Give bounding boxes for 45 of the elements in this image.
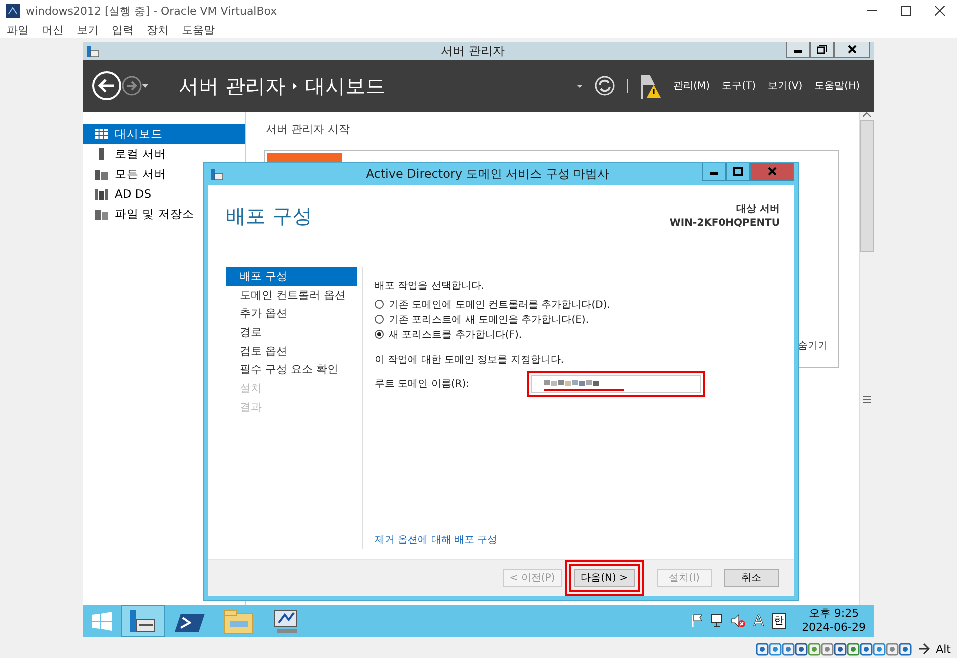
clock-time[interactable]: 오후 9:25 xyxy=(802,607,866,621)
wizard-step: 설치 xyxy=(226,379,357,398)
prompt-text: 배포 작업을 선택합니다. xyxy=(375,280,486,293)
breadcrumb-item[interactable]: 서버 관리자 xyxy=(179,72,286,100)
info-text: 이 작업에 대한 도메인 정보를 지정합니다. xyxy=(375,354,566,367)
wizard-button[interactable]: 취소 xyxy=(724,569,779,587)
target-label: 대상 서버 xyxy=(736,203,780,217)
nav-item[interactable]: AD DS xyxy=(83,184,245,204)
wizard-step[interactable]: 검토 옵션 xyxy=(226,342,357,360)
wizard-step[interactable]: 도메인 컨트롤러 옵션 xyxy=(226,286,357,304)
wizard-step: 결과 xyxy=(226,398,357,416)
breadcrumb-item: 대시보드 xyxy=(305,72,386,100)
wizard-step[interactable]: 배포 구성 xyxy=(226,267,357,286)
menu-item[interactable]: 장치 xyxy=(147,22,169,38)
wizard-button[interactable]: 다음(N) > xyxy=(574,569,635,587)
server-name: WIN-2KF0HQPENTU xyxy=(670,217,780,231)
menu-item[interactable]: 보기(V) xyxy=(768,79,803,93)
window-title: windows2012 [실행 중] - Oracle VM VirtualBox xyxy=(26,4,278,18)
radio-label[interactable]: 새 포리스트를 추가합니다(F). xyxy=(389,328,522,342)
menu-item[interactable]: 파일 xyxy=(7,22,29,38)
clock-date[interactable]: 2024-06-29 xyxy=(802,621,866,635)
menu-item[interactable]: 입력 xyxy=(112,22,134,38)
window-title: Active Directory 도메인 서비스 구성 마법사 xyxy=(365,166,611,182)
radio-label[interactable]: 기존 도메인에 도메인 컨트롤러를 추가합니다(D). xyxy=(389,298,610,312)
section-heading: 서버 관리자 시작 xyxy=(266,122,351,137)
wizard-step[interactable]: 경로 xyxy=(226,323,357,342)
page-heading: 배포 구성 xyxy=(226,203,312,230)
menu-item[interactable]: 도구(T) xyxy=(722,79,756,93)
menu-item[interactable]: 관리(M) xyxy=(674,79,710,93)
field-label: 루트 도메인 이름(R): xyxy=(375,378,470,391)
menu-item[interactable]: 도움말 xyxy=(182,22,215,38)
menu-item[interactable]: 머신 xyxy=(42,22,64,38)
hide-link[interactable]: 숨기기 xyxy=(798,339,828,353)
host-key-label: Alt xyxy=(936,642,951,656)
menu-item[interactable]: 보기 xyxy=(77,22,99,38)
language-indicator[interactable]: 한 xyxy=(772,613,786,629)
wizard-step[interactable]: 필수 구성 요소 확인 xyxy=(226,360,357,380)
nav-item[interactable]: 로컬 서버 xyxy=(83,144,245,164)
wizard-step[interactable]: 추가 옵션 xyxy=(226,304,357,324)
nav-item[interactable]: 대시보드 xyxy=(83,124,245,144)
radio-label[interactable]: 기존 포리스트에 새 도메인을 추가합니다(E). xyxy=(389,312,590,326)
nav-item[interactable]: 모든 서버 xyxy=(83,164,245,184)
window-title: 서버 관리자 xyxy=(440,42,506,60)
menu-item[interactable]: 도움말(H) xyxy=(814,79,860,93)
link[interactable]: 제거 옵션에 대해 배포 구성 xyxy=(375,533,782,547)
